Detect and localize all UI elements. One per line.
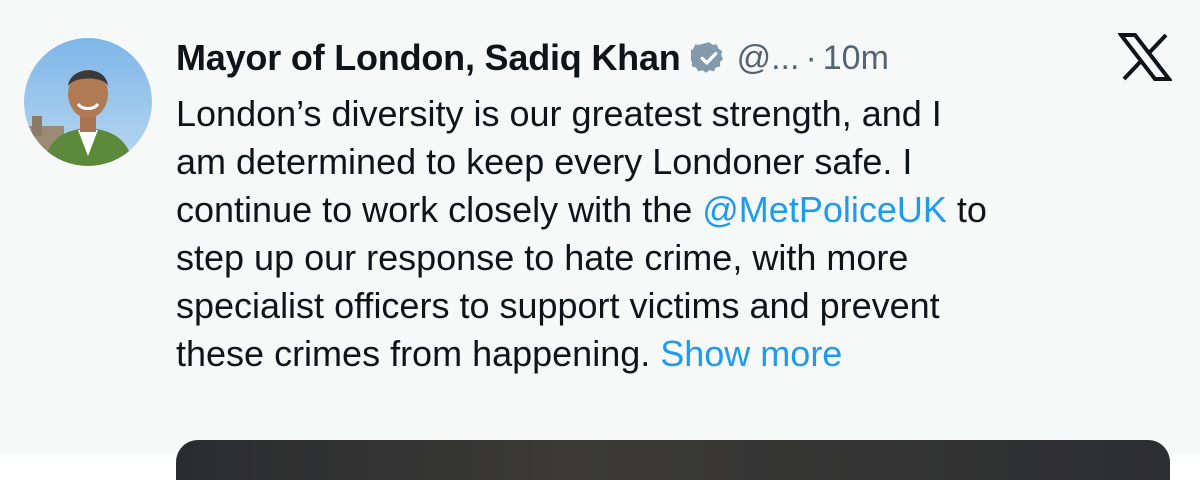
display-name[interactable]: Mayor of London, Sadiq Khan (176, 37, 681, 79)
media-preview[interactable] (176, 440, 1170, 480)
tweet-text-line: London’s diversity is our greatest stren… (176, 93, 942, 134)
verified-badge-icon (688, 40, 727, 76)
mention-link[interactable]: @MetPoliceUK (702, 189, 947, 230)
tweet-text-line: continue to work closely with the @MetPo… (176, 189, 987, 230)
x-logo-icon[interactable] (1116, 32, 1174, 82)
avatar[interactable] (24, 38, 152, 166)
timestamp[interactable]: 10m (823, 39, 889, 78)
tweet-text: London’s diversity is our greatest stren… (176, 90, 1176, 378)
tweet-text-line: am determined to keep every Londoner saf… (176, 141, 913, 182)
separator-dot: · (805, 38, 817, 77)
tweet-text-line: these crimes from happening. Show more (176, 333, 843, 374)
tweet-text-line: specialist officers to support victims a… (176, 285, 940, 326)
handle[interactable]: @... (737, 39, 800, 78)
show-more-link[interactable]: Show more (660, 333, 842, 374)
tweet-card[interactable]: Mayor of London, Sadiq Khan @... · 10m L… (0, 0, 1200, 480)
tweet-header: Mayor of London, Sadiq Khan @... · 10m (176, 32, 889, 84)
tweet-text-line: step up our response to hate crime, with… (176, 237, 909, 278)
avatar-photo (24, 38, 152, 166)
